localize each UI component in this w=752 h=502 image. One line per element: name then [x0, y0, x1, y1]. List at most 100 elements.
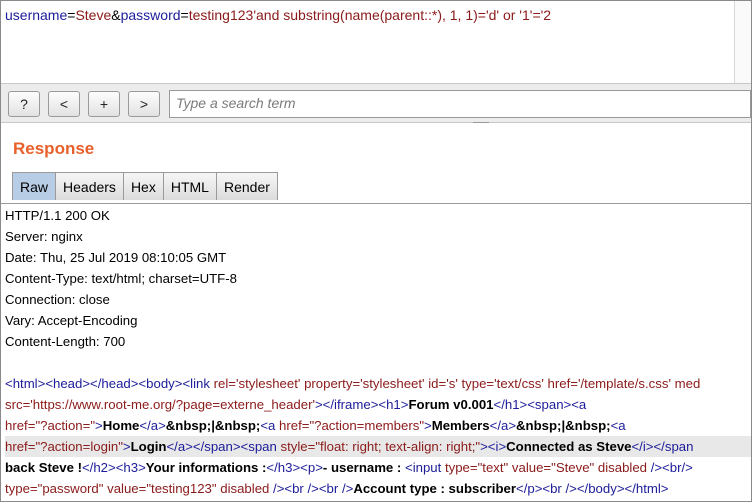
plus-icon: + — [99, 96, 109, 112]
html-token: med — [674, 376, 701, 391]
html-token: </a> — [139, 418, 166, 433]
request-editor[interactable]: username=Steve&password=testing123'and s… — [1, 1, 751, 83]
chevron-left-icon: < — [59, 96, 69, 112]
html-token: id= — [428, 376, 447, 391]
html-token: </i></span — [631, 439, 694, 454]
html-token: 'stylesheet' — [235, 376, 305, 391]
request-token: password — [120, 7, 181, 23]
html-token: <input — [405, 460, 445, 475]
burp-repeater-window: username=Steve&password=testing123'and s… — [0, 0, 752, 502]
html-token: "testing123" — [146, 481, 221, 496]
search-toolbar: ? < + > Type a search term — [1, 83, 751, 123]
html-token: value= — [511, 460, 552, 475]
html-token: > — [122, 439, 131, 454]
html-token: '/template/s.css' — [577, 376, 675, 391]
response-body-line: <html><head></head><body><link rel='styl… — [5, 373, 751, 394]
html-token: "float: right; text-align: right;" — [315, 439, 481, 454]
html-token: disabled — [597, 460, 651, 475]
html-token: ></iframe><h1> — [314, 397, 409, 412]
request-scrollbar[interactable] — [734, 1, 751, 83]
tab-headers[interactable]: Headers — [55, 172, 124, 200]
html-token: > — [424, 418, 432, 433]
html-token: </a> — [489, 418, 517, 433]
request-token: testing123'and substring(name(parent::*)… — [188, 7, 552, 23]
next-match-button[interactable]: > — [128, 91, 160, 117]
html-token: Connected as Steve — [506, 439, 632, 454]
html-token: type= — [444, 460, 478, 475]
html-token: <html><head></head><body><link — [5, 376, 214, 391]
tab-divider — [1, 203, 751, 204]
search-input[interactable]: Type a search term — [169, 90, 751, 118]
response-body-line: href="?action=login">Login</a></span><sp… — [5, 436, 751, 457]
html-token: Account type : subscriber — [353, 481, 516, 496]
html-token: Forum v0.001 — [408, 397, 494, 412]
response-header-line: Connection: close — [5, 292, 110, 307]
tab-render[interactable]: Render — [215, 172, 278, 200]
previous-match-button[interactable]: < — [48, 91, 80, 117]
html-token: <a — [610, 418, 626, 433]
response-body-line: src='https://www.root-me.org/?page=exter… — [5, 394, 751, 415]
request-token: Steve — [75, 7, 112, 23]
help-button[interactable]: ? — [8, 91, 40, 117]
html-token: "?action=" — [35, 418, 96, 433]
html-token: src= — [5, 397, 31, 412]
html-token: href= — [5, 439, 36, 454]
chevron-right-icon: > — [139, 96, 149, 112]
response-title: Response — [13, 139, 95, 158]
html-token: disabled — [220, 481, 274, 496]
response-header-line: HTTP/1.1 200 OK — [5, 208, 110, 223]
html-token: &nbsp;|&nbsp; — [516, 418, 611, 433]
html-token: - username : — [322, 460, 405, 475]
html-token: "password" — [37, 481, 108, 496]
tab-raw[interactable]: Raw — [12, 172, 57, 200]
response-body-line: type="password" value="testing123" disab… — [5, 478, 751, 499]
html-token: value= — [107, 481, 147, 496]
html-token: 's' — [446, 376, 462, 391]
html-token: rel= — [213, 376, 236, 391]
html-token: href= — [279, 418, 310, 433]
html-token: "text" — [477, 460, 512, 475]
html-token: back Steve ! — [5, 460, 82, 475]
html-token: Home — [102, 418, 140, 433]
html-token: "?action=login" — [35, 439, 123, 454]
response-tabs: Raw Headers Hex HTML Render — [12, 172, 278, 202]
response-body-line: href="?action=">Home</a>&nbsp;|&nbsp;<a … — [5, 415, 751, 436]
add-button[interactable]: + — [88, 91, 120, 117]
response-raw-view[interactable]: HTTP/1.1 200 OK Server: nginx Date: Thu, 2… — [5, 205, 751, 501]
html-token: </h1><span><a — [493, 397, 587, 412]
request-token: username — [5, 7, 68, 23]
html-token: </h3><p> — [266, 460, 323, 475]
html-token: 'stylesheet' — [360, 376, 429, 391]
request-token: & — [111, 7, 121, 23]
response-header-line: Vary: Accept-Encoding — [5, 313, 138, 328]
response-header: Response Raw Headers Hex HTML Render — [1, 125, 751, 205]
html-token: type= — [461, 376, 495, 391]
html-token: Login — [130, 439, 167, 454]
html-token: &nbsp;|&nbsp; — [165, 418, 261, 433]
search-placeholder: Type a search term — [176, 95, 296, 111]
html-token: href= — [5, 418, 36, 433]
html-token: </a></span><span — [166, 439, 281, 454]
html-token: "?action=members" — [309, 418, 425, 433]
help-icon: ? — [20, 96, 28, 112]
response-body-line: back Steve !</h2><h3>Your informations :… — [5, 457, 751, 478]
html-token: > — [95, 418, 103, 433]
html-token: 'text/css' — [494, 376, 548, 391]
response-header-line: Date: Thu, 25 Jul 2019 08:10:05 GMT — [5, 250, 227, 265]
html-token: Members — [431, 418, 490, 433]
html-token: Your informations : — [145, 460, 267, 475]
html-token: ><i> — [480, 439, 507, 454]
html-token: type= — [5, 481, 38, 496]
tab-hex[interactable]: Hex — [122, 172, 164, 200]
html-token: property= — [304, 376, 361, 391]
html-token: /><br/> — [650, 460, 693, 475]
html-token: href= — [547, 376, 578, 391]
html-token: </p><br /></body></html> — [516, 481, 669, 496]
request-body-line: username=Steve&password=testing123'and s… — [5, 7, 551, 23]
response-header-line: Content-Type: text/html; charset=UTF-8 — [5, 271, 237, 286]
response-header-line: Server: nginx — [5, 229, 83, 244]
html-token: 'https://www.root-me.org/?page=externe_h… — [30, 397, 315, 412]
html-token: "Steve" — [551, 460, 598, 475]
tab-html[interactable]: HTML — [162, 172, 217, 200]
